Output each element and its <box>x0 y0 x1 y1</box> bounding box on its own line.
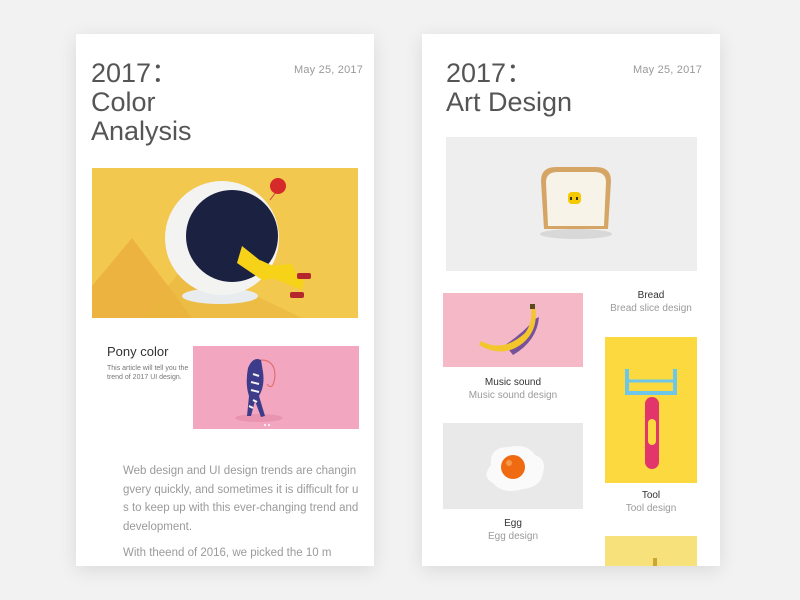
egg-chair-image[interactable] <box>92 168 358 318</box>
pony-illustration <box>193 346 359 429</box>
section-title: Pony color <box>107 344 169 359</box>
bread-image[interactable] <box>446 137 697 271</box>
egg-illustration <box>443 423 583 509</box>
pony-image[interactable] <box>193 346 359 429</box>
item-subtitle-bread: Bread slice design <box>610 303 692 314</box>
partial-illustration <box>605 536 697 566</box>
item-title-tool: Tool <box>641 490 661 501</box>
item-subtitle-tool: Tool design <box>625 503 677 514</box>
egg-image[interactable] <box>443 423 583 509</box>
card-date: May 25, 2017 <box>633 64 703 76</box>
item-title-bread: Bread <box>637 290 665 301</box>
egg-chair-illustration <box>92 168 358 318</box>
card-title: 2017： Art Design <box>446 58 573 117</box>
art-design-card[interactable]: 2017： Art Design May 25, 2017 Bread Brea… <box>422 34 720 566</box>
item-title-egg: Egg <box>504 518 522 529</box>
tool-illustration <box>605 337 697 483</box>
card-title: 2017： Color Analysis <box>91 58 192 146</box>
partial-yellow-image[interactable] <box>605 536 697 566</box>
banana-image[interactable] <box>443 293 583 367</box>
section-description: This article will tell you the trend of … <box>107 365 189 381</box>
tool-image[interactable] <box>605 337 697 483</box>
article-paragraph-continued: With theend of 2016, we picked the 10 m <box>123 547 332 559</box>
article-paragraph: Web design and UI design trends are chan… <box>123 465 359 533</box>
item-subtitle-egg: Egg design <box>487 531 539 542</box>
color-analysis-card[interactable]: 2017： Color Analysis May 25, 2017 Pony c… <box>76 34 374 566</box>
banana-illustration <box>443 293 583 367</box>
bread-illustration <box>446 137 697 271</box>
card-date: May 25, 2017 <box>294 64 364 76</box>
item-title-music: Music sound <box>484 377 542 388</box>
item-subtitle-music: Music sound design <box>468 390 558 401</box>
